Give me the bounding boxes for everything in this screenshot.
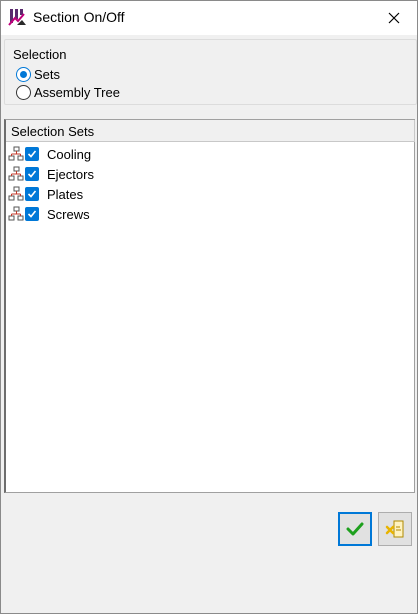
title-bar: Section On/Off (1, 1, 417, 35)
selection-groupbox: Selection Sets Assembly Tree (4, 39, 417, 105)
close-button[interactable] (371, 1, 417, 35)
list-item-label: Plates (47, 186, 84, 202)
list-item-ejectors[interactable]: Ejectors (8, 164, 94, 184)
checkmark-icon (346, 522, 364, 536)
list-item-screws[interactable]: Screws (8, 204, 90, 224)
checkbox-cooling[interactable] (25, 147, 39, 161)
window-title: Section On/Off (33, 9, 125, 25)
radio-assembly-tree-indicator[interactable] (16, 85, 31, 100)
cancel-icon (385, 520, 404, 538)
tree-node-icon (8, 146, 24, 161)
list-item-cooling[interactable]: Cooling (8, 144, 91, 164)
radio-sets-indicator[interactable] (16, 67, 31, 82)
radio-assembly-tree[interactable]: Assembly Tree (16, 85, 120, 100)
tree-node-icon (8, 166, 24, 181)
list-item-label: Ejectors (47, 166, 94, 182)
selection-sets-list[interactable]: Selection Sets Cooling Ejectors Plates S… (4, 119, 415, 493)
tree-node-icon (8, 186, 24, 201)
checkbox-plates[interactable] (25, 187, 39, 201)
checkbox-ejectors[interactable] (25, 167, 39, 181)
list-column-header[interactable]: Selection Sets (6, 120, 415, 142)
list-header-label: Selection Sets (11, 124, 95, 139)
check-icon (27, 170, 37, 178)
selection-legend: Selection (12, 47, 68, 62)
ok-button[interactable] (338, 512, 372, 546)
check-icon (27, 210, 37, 218)
radio-sets-label: Sets (34, 67, 61, 82)
check-icon (27, 150, 37, 158)
cancel-button[interactable] (378, 512, 412, 546)
list-item-plates[interactable]: Plates (8, 184, 83, 204)
radio-sets[interactable]: Sets (16, 67, 60, 82)
radio-assembly-tree-label: Assembly Tree (34, 85, 120, 100)
section-app-icon (8, 9, 26, 26)
tree-node-icon (8, 206, 24, 221)
checkbox-screws[interactable] (25, 207, 39, 221)
list-item-label: Cooling (47, 146, 92, 162)
close-icon (388, 12, 400, 24)
check-icon (27, 190, 37, 198)
dialog-window: Section On/Off Selection Sets Assembly T… (0, 0, 418, 614)
list-item-label: Screws (47, 206, 90, 222)
